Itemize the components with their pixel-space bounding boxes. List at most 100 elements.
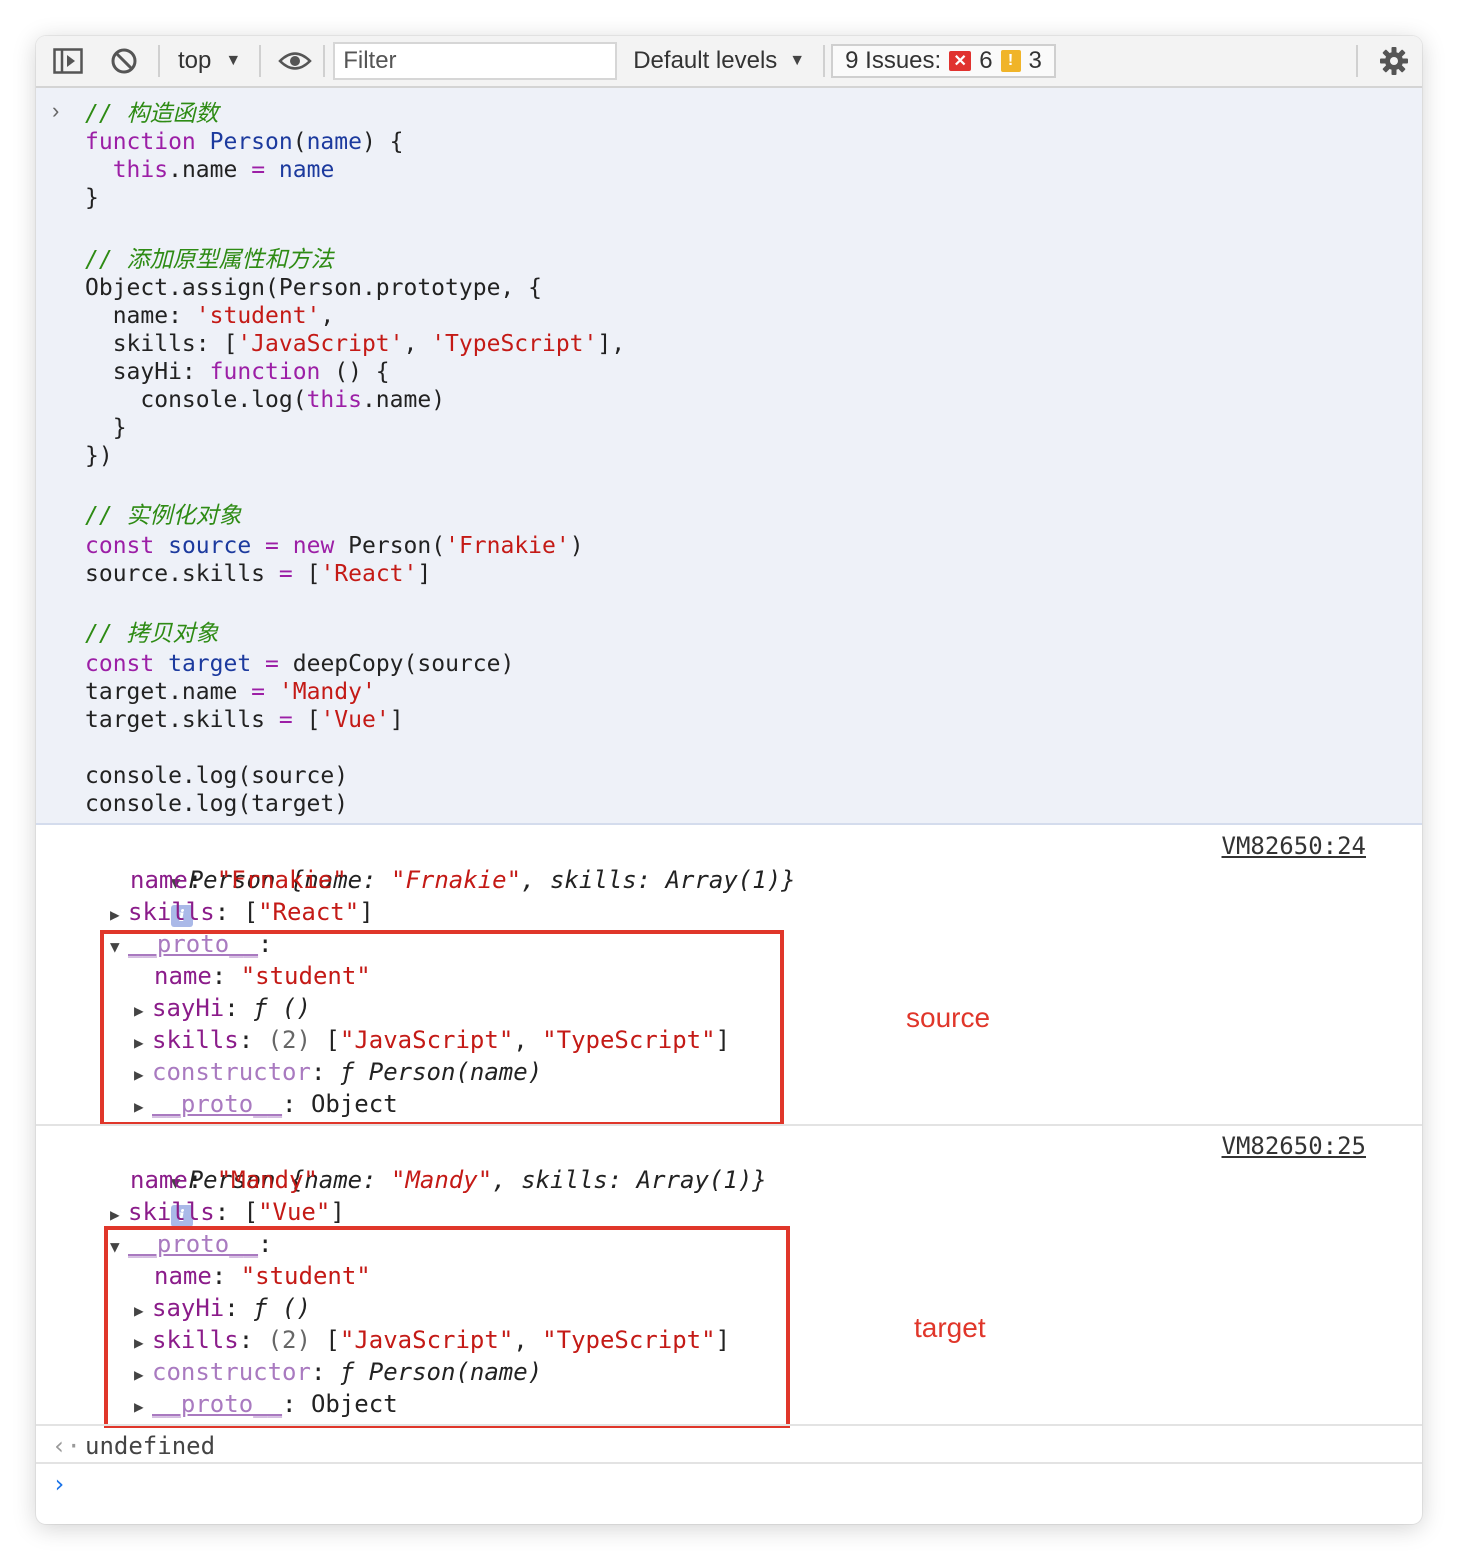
log-divider (36, 1424, 1422, 1426)
return-arrow-icon: ‹· (52, 1432, 81, 1460)
code-token: skills: [ (85, 331, 238, 357)
context-label: top (178, 47, 212, 74)
toolbar-divider (323, 45, 326, 77)
code-token: .name (168, 157, 252, 183)
code-token: = (251, 157, 266, 183)
code-token: } (85, 415, 127, 441)
error-icon: ✕ (949, 51, 972, 71)
header-key: skills (521, 1166, 608, 1194)
code-token: 'Mandy' (278, 679, 376, 705)
code-line: // 构造函数 (85, 100, 219, 128)
code-token: const (85, 533, 169, 559)
code-token: ) { (361, 129, 404, 155)
code-line: } (85, 184, 99, 212)
code-line: console.log(target) (85, 790, 348, 818)
code-token: console.log(target) (85, 791, 349, 817)
code-token: function (85, 129, 210, 155)
code-token: = (278, 561, 293, 587)
code-line: // 添加原型属性和方法 (85, 246, 334, 274)
code-token: , (320, 303, 335, 329)
code-token: ] (417, 561, 432, 587)
console-toolbar: top ▼ Default levels ▼ 9 Issues: ✕ 6 ! 3 (36, 36, 1422, 88)
code-token: name: (85, 303, 196, 329)
code-token: = (265, 651, 279, 677)
code-line: sayHi: function () { (85, 358, 390, 386)
source-link[interactable]: VM82650:24 (1222, 830, 1367, 862)
clear-console-icon[interactable] (104, 41, 144, 81)
code-token: // 拷贝对象 (85, 621, 219, 647)
expand-triangle-icon[interactable]: ▶ (110, 899, 128, 931)
code-line: Object.assign(Person.prototype, { (85, 274, 542, 302)
log-header[interactable]: ▼ Person {name: "Frnakie", skills: Array(… (84, 832, 796, 927)
context-selector[interactable]: top ▼ (168, 47, 251, 75)
highlight-box-source (100, 930, 784, 1126)
code-token: sayHi: (85, 359, 210, 385)
code-line: skills: ['JavaScript', 'TypeScript'], (85, 330, 625, 358)
code-token: ] (389, 707, 404, 733)
settings-gear-icon[interactable] (1374, 41, 1414, 81)
result-value: undefined (85, 1432, 216, 1460)
source-link[interactable]: VM82650:25 (1222, 1130, 1367, 1162)
code-token: source (168, 533, 252, 559)
code-line: console.log(source) (85, 762, 348, 790)
code-line: this.name = name (85, 156, 335, 184)
code-line: // 实例化对象 (85, 502, 242, 530)
code-token: }) (85, 443, 113, 469)
highlight-box-target (104, 1226, 790, 1428)
code-token: 'React' (320, 561, 418, 587)
code-token: source.skills (85, 561, 279, 587)
code-token: 'Frnakie' (445, 533, 570, 559)
code-token: Object.assign(Person.prototype, { (85, 275, 542, 301)
warning-icon: ! (1000, 50, 1021, 72)
code-line: console.log(this.name) (85, 386, 445, 414)
issues-button[interactable]: 9 Issues: ✕ 6 ! 3 (831, 44, 1056, 78)
code-line: target.skills = ['Vue'] (85, 706, 404, 734)
code-token: , (403, 331, 432, 357)
code-token: function (209, 359, 321, 385)
log-levels-dropdown[interactable]: Default levels ▼ (617, 47, 821, 75)
code-token: ) (569, 533, 584, 559)
sidebar-toggle-icon[interactable] (48, 41, 88, 81)
code-token: 'student' (195, 303, 321, 329)
annotation-target: target (914, 1312, 986, 1343)
code-token: deepCopy(source) (278, 651, 515, 677)
issues-label: 9 Issues: (845, 47, 942, 74)
code-token: console.log( (85, 387, 307, 413)
filter-input[interactable] (333, 42, 618, 80)
log-header[interactable]: ▼ Person {name: "Mandy", skills: Array(1)… (84, 1132, 767, 1227)
code-token: console.log(source) (85, 763, 349, 789)
code-line: source.skills = ['React'] (85, 560, 431, 588)
code-token: target.skills (85, 707, 279, 733)
header-value: Array(1)} (665, 866, 796, 894)
code-token: = (278, 707, 293, 733)
console-prompt-input[interactable] (85, 1468, 1385, 1502)
code-token: ], (597, 331, 626, 357)
code-token: [ (292, 561, 321, 587)
code-token: this (306, 387, 362, 413)
prop-name: name: "Frnakie" (130, 866, 347, 894)
code-token: = (265, 533, 279, 559)
code-token: [ (292, 707, 321, 733)
warning-count: 3 (1028, 47, 1042, 74)
chevron-right-icon: › (52, 98, 60, 123)
prop-skills[interactable]: ▶ skills: ["Vue"] (110, 1196, 345, 1228)
code-line: } (85, 414, 127, 442)
prop-skills[interactable]: ▶ skills: ["React"] (110, 896, 374, 928)
code-token: name (306, 129, 362, 155)
code-token: () { (320, 359, 390, 385)
code-token: new (292, 533, 335, 559)
header-key: skills (549, 866, 637, 894)
annotation-source: source (906, 1002, 991, 1033)
header-value: "Mandy" (391, 1166, 493, 1194)
code-token: Person (209, 129, 293, 155)
toolbar-divider (158, 45, 160, 77)
code-token: .name) (361, 387, 446, 413)
header-value: "Frnakie" (391, 866, 522, 894)
code-token: 'Vue' (320, 707, 390, 733)
eye-icon[interactable] (275, 41, 315, 81)
code-token: name (278, 157, 335, 183)
toolbar-divider (823, 45, 826, 77)
